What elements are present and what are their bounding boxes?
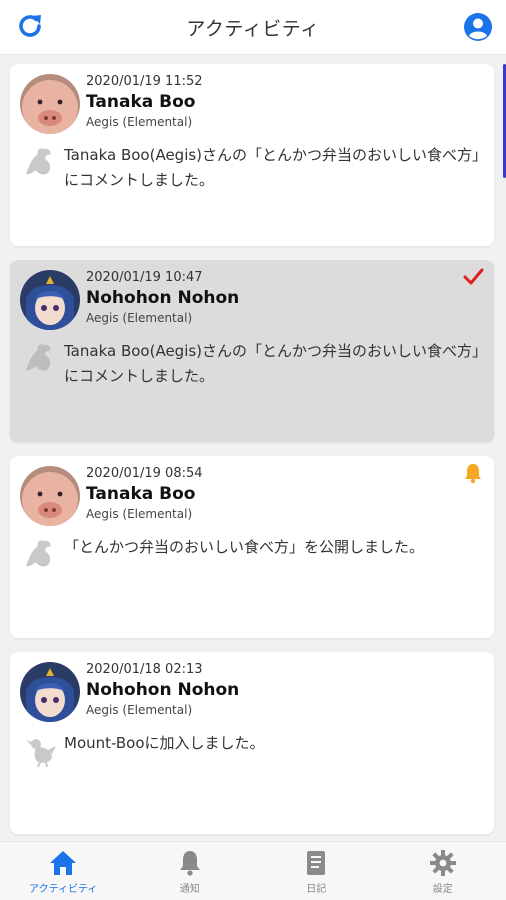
activity-card[interactable]: 2020/01/19 08:54 Tanaka Boo Aegis (Eleme… [10, 456, 494, 638]
activity-card[interactable]: 2020/01/19 10:47 Nohohon Nohon Aegis (El… [10, 260, 494, 442]
nav-label: アクティビティ [29, 884, 98, 895]
nav-item-settings[interactable]: 設定 [380, 842, 506, 900]
activity-card[interactable]: 2020/01/18 02:13 Nohohon Nohon Aegis (El… [10, 652, 494, 834]
bell-icon [179, 851, 200, 876]
nav-label: 通知 [179, 884, 200, 895]
nav-label: 日記 [306, 884, 327, 895]
home-icon [50, 851, 77, 875]
bell-icon [465, 464, 481, 484]
nav-item-activity[interactable]: アクティビティ [0, 842, 127, 900]
nav-item-notifications[interactable]: 通知 [127, 842, 254, 900]
character-avatar [20, 270, 80, 330]
server-name: Aegis (Elemental) [86, 507, 193, 521]
character-avatar [20, 662, 80, 722]
timestamp: 2020/01/19 08:54 [86, 466, 203, 481]
nav-item-diary[interactable]: 日記 [253, 842, 380, 900]
character-name[interactable]: Nohohon Nohon [86, 288, 239, 308]
account-circle-icon[interactable] [462, 11, 494, 43]
check-icon [463, 268, 484, 285]
activity-message: Tanaka Boo(Aegis)さんの「とんかつ弁当のおいしい食べ方」にコメン… [64, 342, 480, 385]
bottom-nav: アクティビティ 通知 日記 設定 [0, 841, 506, 900]
server-name: Aegis (Elemental) [86, 703, 193, 717]
nav-label: 設定 [432, 884, 453, 895]
gear-icon [429, 850, 456, 876]
activity-message: 「とんかつ弁当のおいしい食べ方」を公開しました。 [64, 538, 425, 556]
activity-feed[interactable]: 2020/01/19 11:52 Tanaka Boo Aegis (Eleme… [0, 54, 506, 842]
timestamp: 2020/01/19 11:52 [86, 74, 203, 89]
dragon-icon [26, 540, 51, 567]
app-header: アクティビティ [0, 0, 506, 55]
dragon-icon [26, 344, 51, 371]
activity-message: Mount-Booに加入しました。 [64, 734, 265, 752]
activity-message: Tanaka Boo(Aegis)さんの「とんかつ弁当のおいしい食べ方」にコメン… [64, 146, 480, 189]
activity-card[interactable]: 2020/01/19 11:52 Tanaka Boo Aegis (Eleme… [10, 64, 494, 246]
timestamp: 2020/01/19 10:47 [86, 270, 203, 285]
chocobo-icon [26, 739, 56, 768]
character-name[interactable]: Tanaka Boo [86, 484, 195, 504]
pig-avatar [20, 466, 80, 526]
server-name: Aegis (Elemental) [86, 311, 193, 325]
server-name: Aegis (Elemental) [86, 115, 193, 129]
book-icon [307, 851, 326, 875]
timestamp: 2020/01/18 02:13 [86, 662, 203, 677]
page-title: アクティビティ [186, 18, 320, 40]
character-name[interactable]: Tanaka Boo [86, 92, 195, 112]
dragon-icon [26, 148, 51, 175]
pig-avatar [20, 74, 80, 134]
character-name[interactable]: Nohohon Nohon [86, 680, 239, 700]
